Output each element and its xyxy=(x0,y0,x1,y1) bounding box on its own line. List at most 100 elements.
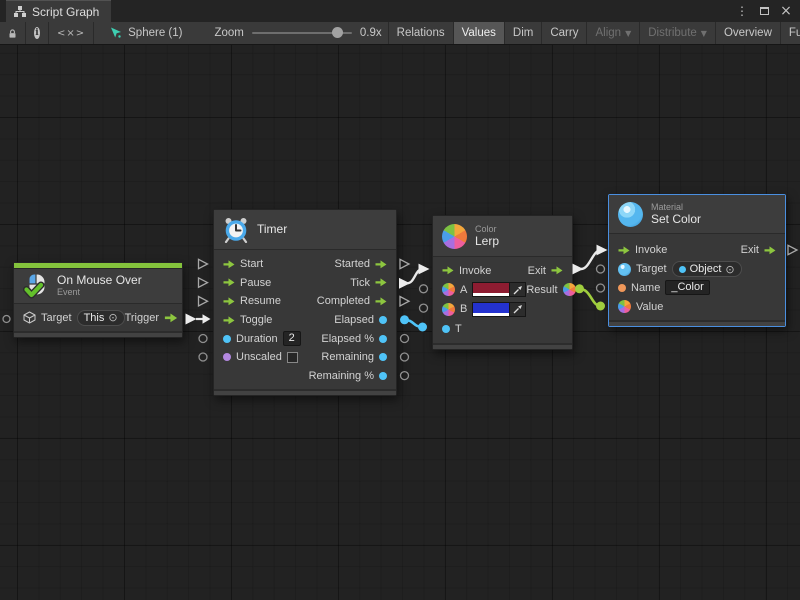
port-lerp-t-in[interactable] xyxy=(418,323,427,332)
value-port-dot[interactable] xyxy=(223,335,231,343)
node-color-lerp[interactable]: Color Lerp Invoke Exit A Result B xyxy=(432,215,573,350)
string-port-dot[interactable] xyxy=(618,284,626,292)
color-port-icon[interactable] xyxy=(618,300,631,313)
port-setcolor-name-in[interactable] xyxy=(597,284,605,292)
value-port-dot[interactable] xyxy=(379,335,387,343)
flow-arrow-icon[interactable] xyxy=(223,297,235,306)
flow-arrow-icon[interactable] xyxy=(618,246,630,255)
object-picker-icon[interactable]: ⊙ xyxy=(725,263,734,276)
zoom-slider[interactable] xyxy=(252,32,352,34)
port-lerp-invoke-in[interactable] xyxy=(419,264,430,275)
port-timer-elapsed-pct-out[interactable] xyxy=(401,335,409,343)
lock-button[interactable] xyxy=(0,22,26,44)
wire-elapsed-t[interactable] xyxy=(405,320,423,327)
port-omo-trigger-out[interactable] xyxy=(186,314,197,325)
port-timer-remaining-pct-out[interactable] xyxy=(401,372,409,380)
port-setcolor-value-in[interactable] xyxy=(596,302,605,311)
port-label: Remaining % xyxy=(309,370,374,382)
fullscreen-button[interactable]: Full Screen xyxy=(781,22,800,44)
target-object-button[interactable]: Sphere (1) xyxy=(94,22,190,44)
port-timer-elapsed-out[interactable] xyxy=(400,315,409,324)
port-timer-tick-out[interactable] xyxy=(399,278,410,289)
value-port-dot[interactable] xyxy=(379,316,387,324)
name-field[interactable]: _Color xyxy=(665,280,709,295)
port-lerp-a-in[interactable] xyxy=(420,285,428,293)
unscaled-checkbox[interactable] xyxy=(287,352,298,363)
values-button[interactable]: Values xyxy=(454,22,505,44)
port-label: Target xyxy=(636,263,667,275)
material-port-icon[interactable] xyxy=(618,263,631,276)
port-label: Toggle xyxy=(240,314,272,326)
flow-arrow-icon[interactable] xyxy=(375,297,387,306)
color-b-swatch[interactable] xyxy=(473,303,509,313)
port-timer-start-in[interactable] xyxy=(199,259,208,268)
port-timer-started-out[interactable] xyxy=(400,259,409,268)
node-set-color[interactable]: Material Set Color Invoke Exit Target Ob… xyxy=(608,194,786,327)
color-b-field[interactable] xyxy=(472,302,526,317)
color-a-field[interactable] xyxy=(472,282,526,297)
port-timer-pause-in[interactable] xyxy=(199,278,208,287)
zoom-slider-handle[interactable] xyxy=(332,27,343,38)
value-port-dot[interactable] xyxy=(379,353,387,361)
tab-script-graph[interactable]: Script Graph xyxy=(6,0,111,22)
align-dropdown[interactable]: Align▼ xyxy=(587,22,640,44)
graph-canvas[interactable]: On Mouse Over Event Target This ⊙ Trigge… xyxy=(0,45,800,600)
port-setcolor-invoke-in[interactable] xyxy=(597,245,608,256)
timer-icon xyxy=(223,217,249,243)
flow-arrow-icon[interactable] xyxy=(223,316,235,325)
port-timer-unscaled-in[interactable] xyxy=(199,353,207,361)
duration-field[interactable]: 2 xyxy=(283,331,301,346)
object-picker-icon[interactable]: ⊙ xyxy=(108,311,117,324)
flow-arrow-icon[interactable] xyxy=(375,278,387,287)
flow-arrow-icon[interactable] xyxy=(375,260,387,269)
port-lerp-result-out[interactable] xyxy=(575,284,584,293)
distribute-dropdown[interactable]: Distribute▼ xyxy=(640,22,716,44)
eyedropper-button[interactable] xyxy=(509,283,525,296)
color-port-icon[interactable] xyxy=(442,303,455,316)
target-object-field[interactable]: Object⊙ xyxy=(672,261,742,277)
port-timer-resume-in[interactable] xyxy=(199,297,208,306)
wire-result-value[interactable] xyxy=(580,289,601,306)
port-timer-remaining-out[interactable] xyxy=(401,353,409,361)
overview-button[interactable]: Overview xyxy=(716,22,781,44)
trigger-label: Trigger xyxy=(125,312,159,324)
close-icon[interactable]: × xyxy=(778,3,794,19)
mouse-event-icon xyxy=(23,273,49,299)
wire-exit-invoke[interactable] xyxy=(581,250,601,269)
maximize-icon[interactable] xyxy=(756,3,772,19)
bool-port-dot[interactable] xyxy=(223,353,231,361)
port-setcolor-target-in[interactable] xyxy=(597,265,605,273)
value-port-dot[interactable] xyxy=(442,325,450,333)
flow-arrow-icon[interactable] xyxy=(442,266,454,275)
node-on-mouse-over[interactable]: On Mouse Over Event Target This ⊙ Trigge… xyxy=(13,262,183,338)
more-menu-icon[interactable]: ⋮ xyxy=(734,3,750,19)
flow-arrow-icon[interactable] xyxy=(551,266,563,275)
color-a-swatch[interactable] xyxy=(473,283,509,293)
flow-arrow-icon[interactable] xyxy=(223,278,235,287)
relations-button[interactable]: Relations xyxy=(388,22,454,44)
port-setcolor-exit-out[interactable] xyxy=(788,245,797,254)
port-timer-toggle-in[interactable] xyxy=(203,314,211,323)
value-port-dot[interactable] xyxy=(379,372,387,380)
node-timer[interactable]: Timer Start Started Pause Tick Resume Co… xyxy=(213,209,397,396)
inspector-button[interactable]: i xyxy=(26,22,49,44)
flow-arrow-icon[interactable] xyxy=(164,313,178,323)
port-timer-completed-out[interactable] xyxy=(400,297,409,306)
flow-arrow-icon[interactable] xyxy=(764,246,776,255)
port-omo-target-in[interactable] xyxy=(3,316,10,323)
carry-button[interactable]: Carry xyxy=(542,22,587,44)
zoom-value: 0.9x xyxy=(360,27,382,39)
color-port-icon[interactable] xyxy=(442,283,455,296)
port-timer-duration-in[interactable] xyxy=(199,335,207,343)
code-view-button[interactable]: <×> xyxy=(49,22,94,44)
target-value-field[interactable]: This ⊙ xyxy=(77,310,125,326)
dim-button[interactable]: Dim xyxy=(505,22,542,44)
wire-tick-invoke[interactable] xyxy=(407,269,423,283)
color-port-icon[interactable] xyxy=(563,283,576,296)
port-lerp-exit-out[interactable] xyxy=(573,264,584,275)
info-icon: i xyxy=(34,27,40,39)
port-lerp-b-in[interactable] xyxy=(420,304,428,312)
flow-arrow-icon[interactable] xyxy=(223,260,235,269)
port-label: Exit xyxy=(528,265,546,277)
eyedropper-button[interactable] xyxy=(509,303,525,316)
